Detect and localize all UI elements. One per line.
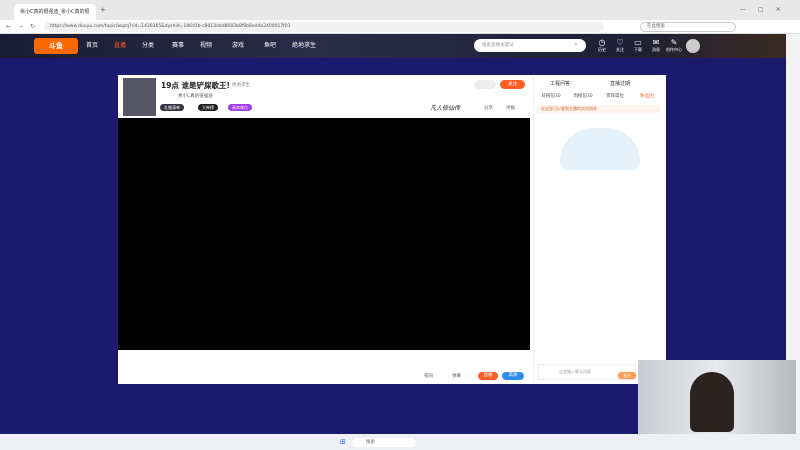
follow-button[interactable]: 关注 <box>500 80 525 89</box>
taskbar-search[interactable]: 搜索 <box>352 438 416 447</box>
qa-link[interactable]: 工程问答 <box>550 80 570 87</box>
nav-live[interactable]: 直播 <box>114 34 126 58</box>
url-input[interactable]: https://www.douyu.com/topic/wqzq?rid=143… <box>44 22 604 32</box>
search-icon[interactable]: ⌕ <box>574 40 578 49</box>
settings-button[interactable] <box>474 80 496 89</box>
nav-fishbar[interactable]: 鱼吧 <box>264 34 276 58</box>
tab-fans[interactable]: 粉丝团 <box>632 92 662 101</box>
follow-icon[interactable]: ♡ 关注 <box>612 38 628 56</box>
message-icon[interactable]: ✉ 消息 <box>648 38 664 56</box>
reload-icon[interactable]: ↻ <box>30 23 35 30</box>
new-tab-icon[interactable]: + <box>100 6 106 14</box>
user-avatar[interactable] <box>686 39 700 53</box>
history-icon[interactable]: ◷ 历史 <box>594 38 610 56</box>
download-icon[interactable]: ▭ 下载 <box>630 38 646 56</box>
forward-icon[interactable]: → <box>18 23 23 30</box>
tab-vip[interactable]: 贵宾席位 <box>600 92 630 101</box>
video-player[interactable] <box>118 118 530 350</box>
live-button[interactable]: 直播 <box>478 372 498 380</box>
nav-events[interactable]: 赛事 <box>172 34 184 58</box>
danmaku-toggle[interactable]: 弹幕 <box>452 373 461 379</box>
tab-weekly-rank[interactable]: 周榜前30 <box>568 92 598 101</box>
window-controls-icon[interactable]: —▢✕ <box>740 6 793 13</box>
badge-rank[interactable]: 大神榜 <box>198 104 218 111</box>
browser-tab-bar <box>0 0 800 20</box>
night-mode-toggle[interactable]: 夜间 <box>424 373 433 379</box>
douyu-logo[interactable]: 斗鱼 <box>34 38 78 54</box>
windows-start-icon[interactable]: ⊞ <box>340 438 346 446</box>
right-panel <box>533 76 665 384</box>
nav-home[interactable]: 首页 <box>86 34 98 58</box>
back-icon[interactable]: ← <box>6 23 11 30</box>
badge-vip[interactable]: 贵宾席位 <box>228 104 252 111</box>
report-link[interactable]: 举报 <box>506 105 515 111</box>
browser-tab[interactable]: 余小C真的很强迪_余小C真的很 <box>14 4 96 20</box>
anchor-name[interactable]: 余小C真的很强迪 <box>178 93 213 99</box>
nav-video[interactable]: 视频 <box>200 34 212 58</box>
person-image <box>690 372 734 432</box>
quality-button[interactable]: 高清 <box>502 372 524 380</box>
nav-category[interactable]: 分类 <box>142 34 154 58</box>
site-search-input[interactable]: 搜索直播关键词 <box>474 39 586 52</box>
room-category[interactable]: 绝地求生 <box>232 82 250 88</box>
nav-games[interactable]: 游戏 <box>232 34 244 58</box>
send-button[interactable]: 发送 <box>618 372 636 379</box>
room-title: 19点 谁是铲屎歌王! <box>161 81 230 90</box>
share-link[interactable]: 分享 <box>484 105 493 111</box>
expired-link[interactable]: 直播过期 <box>610 80 630 87</box>
tab-daily-rank[interactable]: 日榜前30 <box>536 92 566 101</box>
anchor-avatar[interactable] <box>123 78 156 116</box>
brand-watermark-logo: 凡人修仙传 <box>430 105 461 112</box>
nav-pubg[interactable]: 绝地求生 <box>292 34 316 58</box>
notice-banner: 在这里可以看到主播的实时消息 <box>538 105 660 113</box>
creator-icon[interactable]: ✎ 创作中心 <box>666 38 682 56</box>
badge-gift-list[interactable]: 礼物清单 <box>160 104 184 111</box>
browser-search-input[interactable]: 在此搜索 <box>640 22 736 32</box>
